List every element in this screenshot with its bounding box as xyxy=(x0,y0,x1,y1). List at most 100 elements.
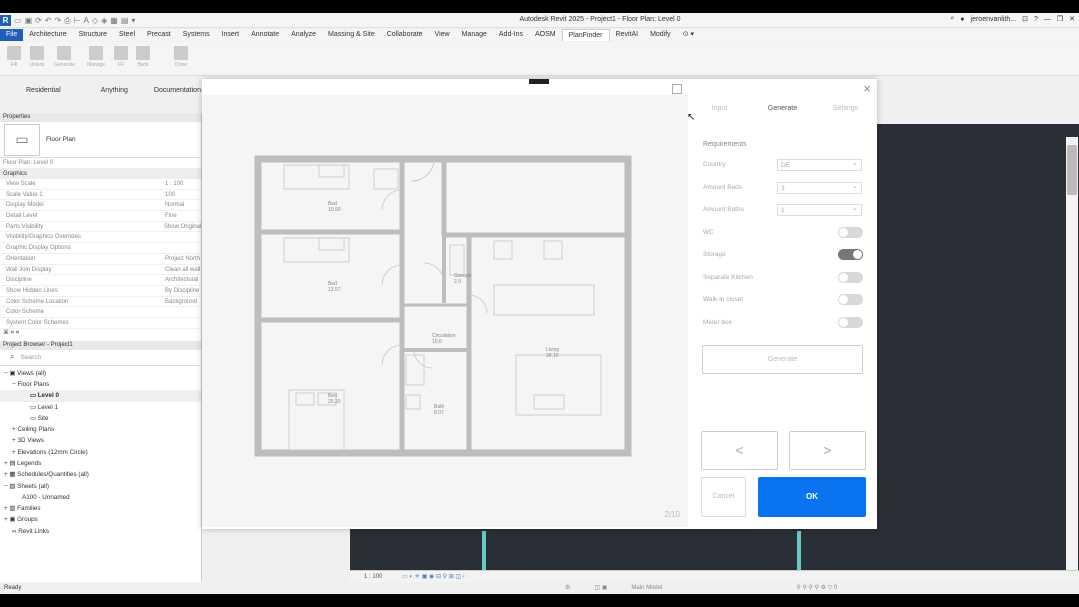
ribbon-button-draw[interactable]: Draw xyxy=(171,46,191,68)
tab-revitai[interactable]: RevitAI xyxy=(610,29,645,41)
property-row[interactable]: Color Scheme Location Background xyxy=(0,297,201,308)
property-row[interactable]: Scale Value 1: 100 xyxy=(0,190,201,201)
close-icon[interactable]: × xyxy=(863,82,871,95)
tab-manage[interactable]: Manage xyxy=(456,29,493,41)
measure-icon[interactable]: ⊢ xyxy=(74,16,81,25)
tree-item-families[interactable]: + ▥ Families xyxy=(0,503,201,514)
property-row[interactable]: Wall Join Display Clean all wall xyxy=(0,265,201,276)
tab-systems[interactable]: Systems xyxy=(177,29,216,41)
tree-item-views[interactable]: − ▣ Views (all) xyxy=(0,368,201,379)
tab-massing[interactable]: Massing & Site xyxy=(322,29,381,41)
browser-search[interactable]: ⌕ Search xyxy=(0,350,201,366)
user-name[interactable]: jeroenvanlith... xyxy=(971,16,1017,23)
property-row[interactable]: Visibility/Graphics Overrides xyxy=(0,232,201,244)
redo-icon[interactable]: ↷ xyxy=(55,16,62,25)
close-window-button[interactable]: ✕ xyxy=(1069,15,1075,23)
minimize-button[interactable]: — xyxy=(1044,16,1051,23)
tab-structure[interactable]: Structure xyxy=(73,29,113,41)
sync-icon[interactable]: ⟳ xyxy=(35,16,42,25)
undo-icon[interactable]: ↶ xyxy=(45,16,52,25)
design-options-icon[interactable]: ◫ ▣ xyxy=(594,582,607,594)
view-controls-icons[interactable]: ▭ ◐ ☀ ▣ ◉ ⊟ ⚲ ⊞ ◫ ‹ xyxy=(402,574,465,580)
switch-windows-icon[interactable]: ▤ xyxy=(121,16,129,25)
beds-select[interactable]: 3 xyxy=(777,181,862,194)
tree-item-revit-links[interactable]: ∞ Revit Links xyxy=(0,526,201,537)
tree-item-floor-plans[interactable]: − Floor Plans xyxy=(0,379,201,390)
binoculars-icon[interactable]: ⌕ xyxy=(950,15,954,23)
property-row[interactable]: Detail Level Fine xyxy=(0,211,201,222)
tab-addins[interactable]: Add-Ins xyxy=(493,29,529,41)
tree-item-legends[interactable]: + ▤ Legends xyxy=(0,458,201,469)
baths-select[interactable]: 1 xyxy=(777,203,862,216)
tab-aosm[interactable]: AOSM xyxy=(529,29,562,41)
expand-icon[interactable] xyxy=(672,84,682,94)
generate-button[interactable]: Generate xyxy=(702,345,863,374)
tab-view[interactable]: View xyxy=(429,29,456,41)
tree-item-ceiling-plans[interactable]: + Ceiling Plans xyxy=(0,424,201,435)
property-row[interactable]: Parts Visibility Show Original xyxy=(0,222,201,233)
user-icon[interactable]: ● xyxy=(960,16,964,23)
cancel-button[interactable]: Cancel xyxy=(701,477,746,517)
print-icon[interactable]: ⎙ xyxy=(64,16,70,26)
tab-annotate[interactable]: Annotate xyxy=(245,29,285,41)
close-views-icon[interactable]: ▦ xyxy=(110,16,118,25)
selection-filters-icons[interactable]: ⚲ ⚲ ⚲ ⚲ ⚙ ▽ 0 xyxy=(796,582,837,594)
ok-button[interactable]: OK xyxy=(758,477,866,517)
ribbon-button-fill[interactable]: Fill xyxy=(4,46,24,68)
view-scale[interactable]: 1 : 100 xyxy=(364,574,382,580)
restore-button[interactable]: ❐ xyxy=(1057,15,1063,23)
panel-anything[interactable]: Anything xyxy=(101,87,128,94)
search-input[interactable]: Search xyxy=(20,354,41,361)
tab-collaborate[interactable]: Collaborate xyxy=(381,29,429,41)
next-plan-button[interactable]: > xyxy=(789,431,866,470)
customize-icon[interactable]: ▾ xyxy=(131,16,135,25)
ribbon-button-ff[interactable]: FF xyxy=(111,46,131,68)
tree-item-site[interactable]: ▭ Site xyxy=(0,413,201,424)
tree-item-sheet-a100[interactable]: A100 - Unnamed xyxy=(0,492,201,503)
walk-in-closet-toggle[interactable] xyxy=(838,294,863,305)
worksets-icon[interactable]: ⚙ xyxy=(565,582,570,594)
storage-toggle[interactable] xyxy=(838,249,863,260)
help-icon[interactable]: ? xyxy=(1034,16,1038,23)
tab-precast[interactable]: Precast xyxy=(141,29,177,41)
vertical-scrollbar[interactable] xyxy=(1066,137,1078,570)
tree-item-groups[interactable]: + ▣ Groups xyxy=(0,514,201,525)
type-selector[interactable]: ▭ Floor Plan xyxy=(0,122,201,158)
tab-steel[interactable]: Steel xyxy=(113,29,141,41)
property-row[interactable]: Orientation Project North xyxy=(0,254,201,265)
property-row[interactable]: Show Hidden Lines By Discipline xyxy=(0,286,201,297)
graphics-group[interactable]: Graphics xyxy=(0,169,201,179)
wc-toggle[interactable] xyxy=(838,227,863,238)
property-row[interactable]: Discipline Architectural xyxy=(0,275,201,286)
dialog-drag-handle[interactable] xyxy=(529,79,549,84)
tab-modify[interactable]: Modify xyxy=(644,29,677,41)
3d-icon[interactable]: ◇ xyxy=(92,16,98,25)
meter-box-toggle[interactable] xyxy=(838,317,863,328)
text-icon[interactable]: A xyxy=(84,16,89,25)
tree-item-level-1[interactable]: ▭ Level 1 xyxy=(0,402,201,413)
tree-item-sheets[interactable]: − ▧ Sheets (all) xyxy=(0,481,201,492)
property-row[interactable]: View Scale 1 : 100 xyxy=(0,179,201,190)
instance-selector[interactable]: Floor Plan: Level 0 xyxy=(0,158,201,169)
property-row[interactable]: Color Scheme xyxy=(0,307,201,318)
ribbon-button-back[interactable]: Back xyxy=(133,46,153,68)
section-icon[interactable]: ◈ xyxy=(101,16,107,25)
tree-item-elevations[interactable]: + Elevations (12mm Circle) xyxy=(0,447,201,458)
tab-insert[interactable]: Insert xyxy=(216,29,246,41)
tab-planfinder[interactable]: PlanFinder xyxy=(561,29,610,41)
properties-toolbar[interactable]: ⌘ ⌗ ⌗ xyxy=(0,329,201,339)
revit-logo-icon[interactable]: R xyxy=(0,15,11,26)
cart-icon[interactable]: ⊡ xyxy=(1022,15,1028,23)
main-model-select[interactable]: Main Model xyxy=(631,582,662,594)
ribbon-button-generate[interactable]: Generate xyxy=(54,46,75,68)
previous-plan-button[interactable]: < xyxy=(701,431,778,470)
property-row[interactable]: Display Model Normal xyxy=(0,200,201,212)
save-icon[interactable]: ▣ xyxy=(25,16,33,25)
ribbon-toggle-icon[interactable]: ⊙ ▾ xyxy=(677,29,700,41)
tab-settings[interactable]: Settings xyxy=(814,105,877,117)
tab-architecture[interactable]: Architecture xyxy=(23,29,72,41)
tree-item-schedules[interactable]: + ▦ Schedules/Quantities (all) xyxy=(0,469,201,480)
panel-documentation[interactable]: Documentation xyxy=(154,87,201,94)
tree-item-level-0[interactable]: ▭ Level 0 xyxy=(0,390,201,402)
property-row[interactable]: System Color Schemes xyxy=(0,318,201,329)
